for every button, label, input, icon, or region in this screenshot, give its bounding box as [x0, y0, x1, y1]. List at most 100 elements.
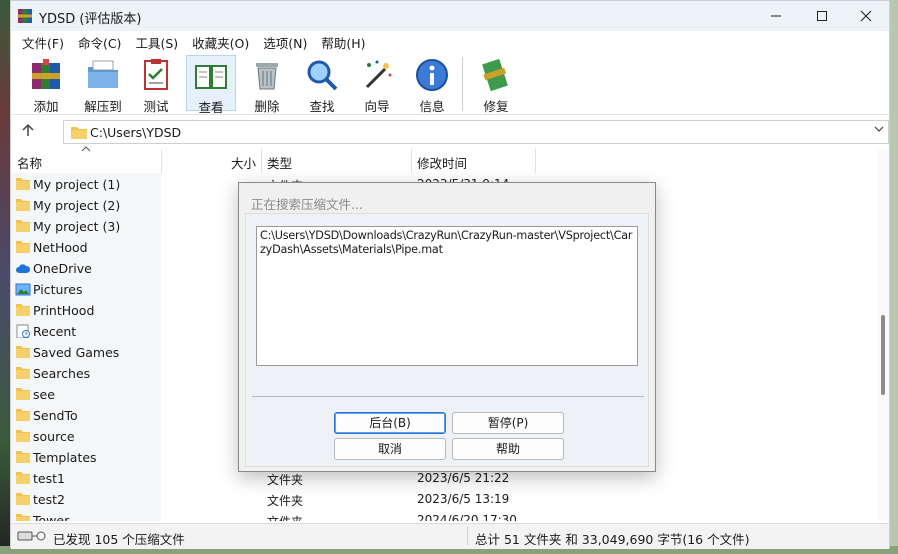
path-text: C:\Users\YDSD: [90, 125, 182, 140]
vertical-scrollbar[interactable]: [877, 149, 889, 521]
status-totals: 总计 51 文件夹 和 33,049,690 字节(16 个文件): [475, 532, 750, 547]
repair-label: 修复: [483, 99, 509, 114]
column-divider[interactable]: [535, 149, 536, 173]
item-name: My project (3): [33, 219, 121, 234]
column-name[interactable]: 名称: [17, 153, 42, 172]
chevron-down-icon[interactable]: [874, 124, 884, 137]
info-label: 信息: [419, 99, 445, 114]
item-name: Templates: [33, 450, 97, 465]
list-header: 名称 大小 类型 修改时间: [11, 146, 889, 173]
column-modified[interactable]: 修改时间: [417, 153, 467, 172]
item-name: source: [33, 429, 75, 444]
folder-icon: [16, 241, 30, 253]
folder-icon: [16, 220, 30, 232]
menu-commands[interactable]: 命令(C): [71, 31, 128, 53]
minimize-icon: [771, 15, 781, 17]
add-button[interactable]: 添加: [21, 55, 71, 114]
path-input[interactable]: C:\Users\YDSD: [63, 120, 889, 144]
up-level-button[interactable]: [21, 122, 35, 141]
column-divider[interactable]: [261, 149, 262, 173]
delete-button[interactable]: 删除: [242, 55, 292, 114]
dialog-body: C:\Users\YDSD\Downloads\CrazyRun\CrazyRu…: [245, 213, 649, 467]
menu-bar: 文件(F) 命令(C) 工具(S) 收藏夹(O) 选项(N) 帮助(H): [11, 31, 889, 53]
list-item[interactable]: test2 文件夹 2023/6/5 13:19: [11, 489, 877, 510]
item-name: Saved Games: [33, 345, 120, 360]
item-name: My project (2): [33, 198, 121, 213]
folder-icon: [16, 304, 30, 316]
extract-to-label: 解压到: [84, 99, 122, 114]
column-size[interactable]: 大小: [231, 153, 256, 172]
maximize-button[interactable]: [799, 1, 845, 31]
arrow-up-icon: [22, 123, 34, 136]
close-icon: [860, 10, 872, 22]
search-archives-dialog: 正在搜索压缩文件... C:\Users\YDSD\Downloads\Craz…: [238, 182, 656, 472]
desktop-background-right: [890, 0, 898, 554]
minimize-button[interactable]: [753, 1, 799, 31]
dialog-title-bar[interactable]: 正在搜索压缩文件...: [239, 183, 655, 217]
winrar-app-icon: [18, 9, 32, 23]
status-divider: [467, 527, 468, 545]
folder-icon: [16, 451, 30, 463]
title-bar[interactable]: YDSD (评估版本): [11, 1, 889, 31]
folder-icon: [16, 199, 30, 211]
item-name: Searches: [33, 366, 91, 381]
folder-icon: [16, 388, 30, 400]
cancel-button[interactable]: 取消: [334, 438, 446, 460]
current-file-box: C:\Users\YDSD\Downloads\CrazyRun\CrazyRu…: [256, 226, 638, 366]
help-button[interactable]: 帮助: [452, 438, 564, 460]
test-label: 测试: [143, 99, 169, 114]
menu-options[interactable]: 选项(N): [256, 31, 314, 53]
delete-label: 删除: [254, 99, 280, 114]
repair-button[interactable]: 修复: [471, 55, 521, 114]
folder-icon: [16, 346, 30, 358]
extract-to-button[interactable]: 解压到: [75, 55, 131, 114]
item-type: 文件夹: [267, 473, 304, 487]
maximize-icon: [817, 11, 827, 21]
item-name: NetHood: [33, 240, 88, 255]
view-label: 查看: [198, 100, 224, 115]
extract-folder-icon: [88, 60, 118, 88]
drive-icon: [17, 531, 46, 541]
menu-file[interactable]: 文件(F): [15, 31, 71, 53]
status-found-count: 已发现 105 个压缩文件: [53, 532, 185, 547]
item-type: 文件夹: [267, 494, 304, 508]
item-type: 文件夹: [267, 513, 303, 521]
folder-icon: [16, 430, 30, 442]
column-divider[interactable]: [161, 149, 162, 173]
item-name: test1: [33, 471, 65, 486]
background-button[interactable]: 后台(B): [334, 412, 446, 434]
test-button[interactable]: 测试: [131, 55, 181, 114]
list-item[interactable]: Tower 文件夹 2024/6/20 17:30: [11, 510, 877, 521]
pictures-icon: [15, 283, 31, 296]
pause-button[interactable]: 暂停(P): [452, 412, 564, 434]
delete-trash-icon: [256, 63, 278, 90]
folder-icon: [16, 367, 30, 379]
column-divider[interactable]: [411, 149, 412, 173]
desktop-background-left: [0, 0, 10, 554]
item-name: SendTo: [33, 408, 78, 423]
info-icon: [416, 59, 448, 91]
menu-tools[interactable]: 工具(S): [128, 31, 185, 53]
scrollbar-thumb[interactable]: [881, 315, 885, 395]
wizard-wand-icon: [365, 60, 392, 89]
folder-icon: [16, 493, 30, 505]
info-button[interactable]: 信息: [407, 55, 457, 114]
view-book-icon: [195, 65, 227, 89]
menu-favorites[interactable]: 收藏夹(O): [185, 31, 256, 53]
item-name: Recent: [33, 324, 77, 339]
find-button[interactable]: 查找: [297, 55, 347, 114]
test-clipboard-icon: [144, 59, 168, 90]
folder-icon: [71, 127, 87, 139]
item-name: Tower: [33, 513, 70, 521]
item-name: My project (1): [33, 177, 121, 192]
close-button[interactable]: [843, 1, 889, 31]
view-button[interactable]: 查看: [186, 55, 236, 115]
wizard-button[interactable]: 向导: [352, 55, 402, 114]
find-magnifier-icon: [307, 60, 338, 91]
item-name: see: [33, 387, 55, 402]
add-label: 添加: [33, 99, 59, 114]
wizard-label: 向导: [364, 99, 390, 114]
find-label: 查找: [309, 99, 335, 114]
menu-help[interactable]: 帮助(H): [314, 31, 372, 53]
column-type[interactable]: 类型: [267, 153, 292, 172]
